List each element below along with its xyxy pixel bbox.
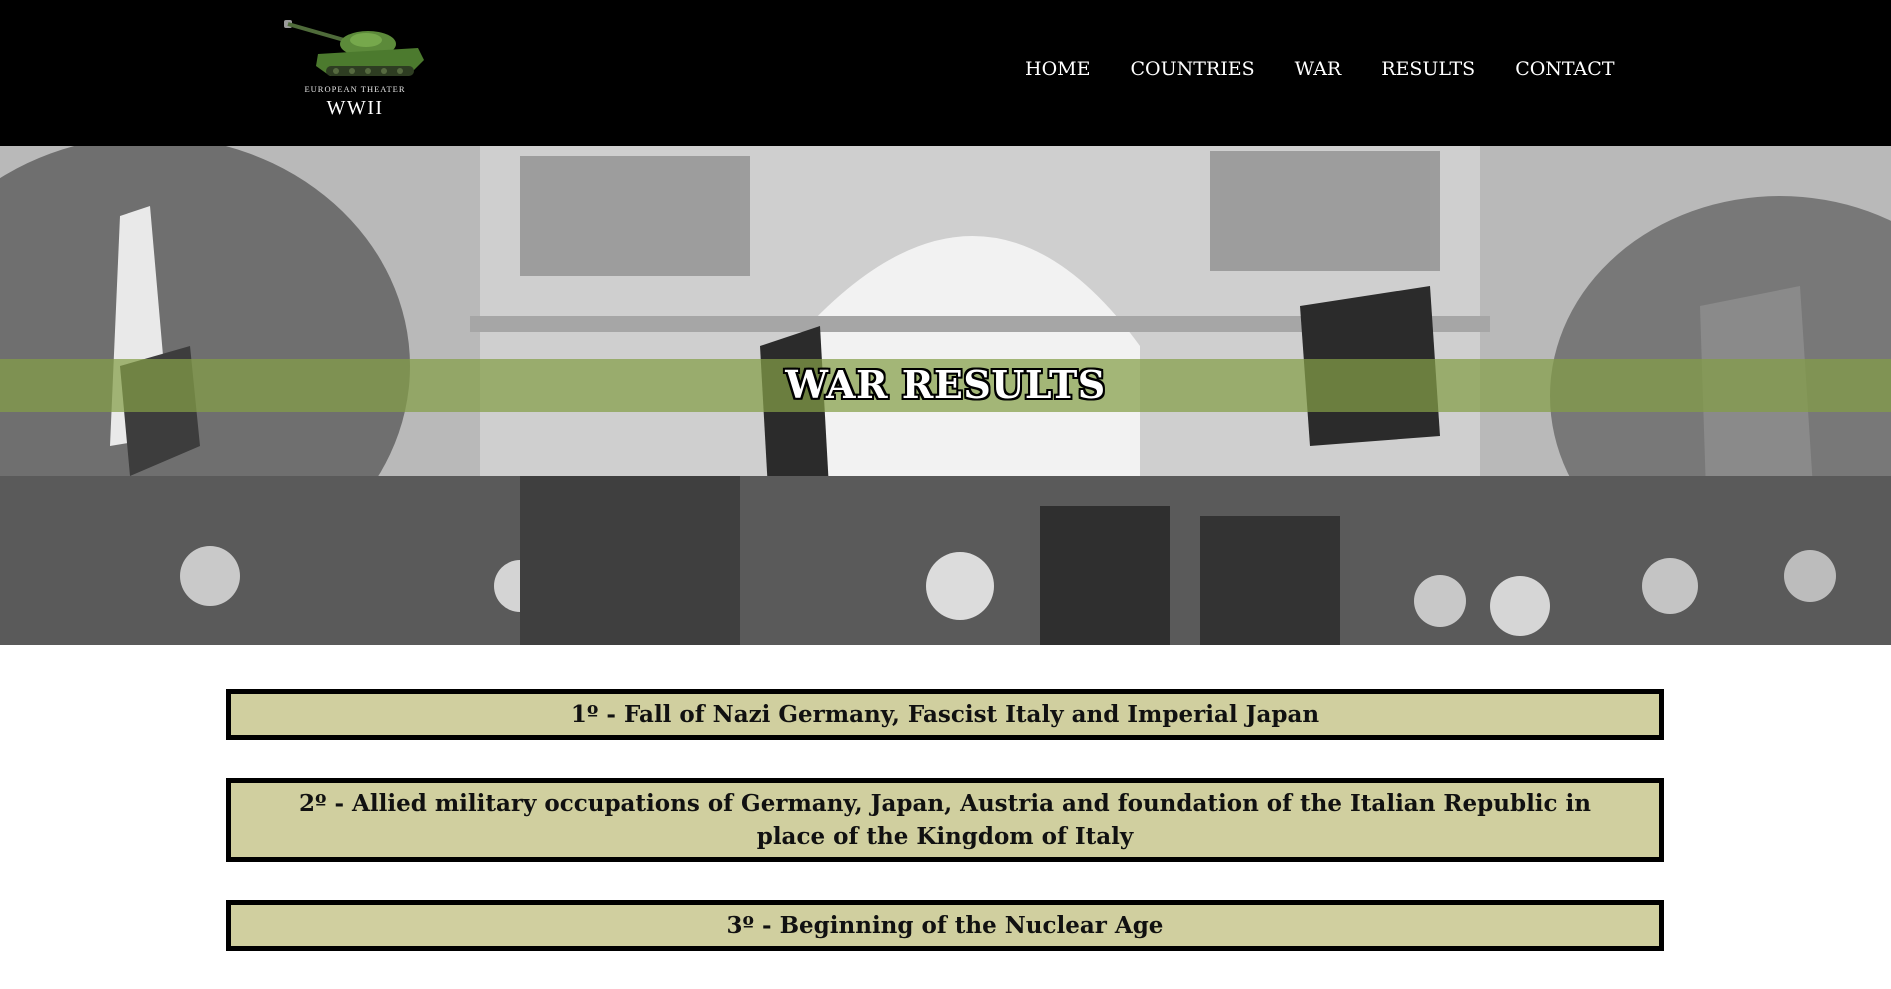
logo-subtitle: EUROPEAN THEATER bbox=[304, 84, 406, 94]
site-header: EUROPEAN THEATER WWII HOME COUNTRIES WAR… bbox=[0, 0, 1891, 146]
nav-countries[interactable]: COUNTRIES bbox=[1130, 58, 1254, 80]
result-item-2: 2º - Allied military occupations of Germ… bbox=[226, 778, 1664, 862]
nav-war[interactable]: WAR bbox=[1295, 58, 1342, 80]
hero-banner: WAR RESULTS bbox=[0, 146, 1891, 645]
nav-results[interactable]: RESULTS bbox=[1381, 58, 1475, 80]
tank-icon bbox=[284, 20, 424, 76]
logo-title: WWII bbox=[326, 97, 384, 119]
nav-contact[interactable]: CONTACT bbox=[1515, 58, 1614, 80]
page-title: WAR RESULTS bbox=[785, 362, 1106, 407]
result-item-3: 3º - Beginning of the Nuclear Age bbox=[226, 900, 1664, 951]
result-item-1: 1º - Fall of Nazi Germany, Fascist Italy… bbox=[226, 689, 1664, 740]
nav-home[interactable]: HOME bbox=[1025, 58, 1090, 80]
results-list: 1º - Fall of Nazi Germany, Fascist Italy… bbox=[226, 689, 1664, 989]
main-nav: HOME COUNTRIES WAR RESULTS CONTACT bbox=[1025, 58, 1655, 80]
site-logo[interactable]: EUROPEAN THEATER WWII bbox=[278, 18, 432, 126]
